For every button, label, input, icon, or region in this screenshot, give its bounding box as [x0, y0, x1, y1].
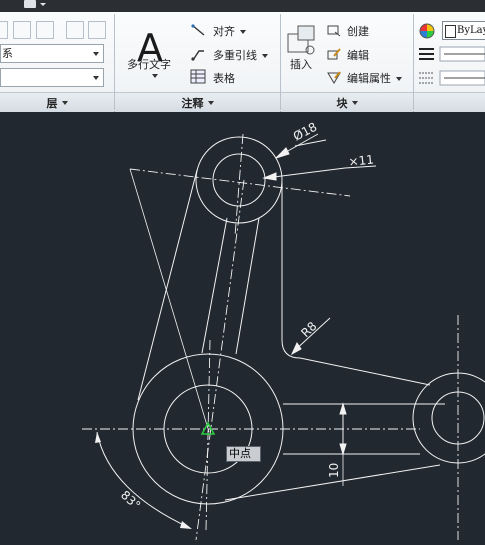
align-icon	[191, 24, 205, 36]
angle-dimension-arc[interactable]	[96, 431, 191, 529]
linetype-combo[interactable]	[418, 70, 485, 86]
layer-combo-text: 系	[2, 47, 13, 60]
edit-attributes-icon	[327, 71, 341, 84]
lineweight-combo[interactable]	[418, 46, 485, 62]
chevron-down-icon	[93, 76, 99, 80]
layer-unisolate-icon[interactable]	[36, 21, 54, 39]
linear-arrow-top	[339, 402, 347, 415]
chevron-down-icon	[207, 100, 214, 105]
diameter18-arrow	[275, 147, 290, 159]
layer-lock-icon[interactable]	[88, 21, 106, 39]
insert-button[interactable]: 插入	[290, 56, 312, 72]
diameter18-text[interactable]: Ø18	[291, 120, 319, 144]
diameter11-leader[interactable]	[265, 167, 346, 179]
right-outer-circle[interactable]	[412, 372, 485, 464]
align-button[interactable]: 对齐	[213, 23, 246, 39]
layer-tool-icon[interactable]	[0, 21, 8, 39]
create-block-icon	[327, 25, 341, 37]
chevron-down-icon	[61, 100, 68, 105]
angle-arrow-end	[180, 521, 192, 529]
quick-access-icon[interactable]	[24, 0, 36, 8]
chevron-down-icon	[93, 52, 99, 56]
diameter11-text[interactable]: ×11	[348, 152, 375, 169]
insert-block-icon[interactable]	[286, 22, 318, 56]
main-centerline-v[interactable]	[205, 339, 211, 531]
upper-edge-line[interactable]	[299, 357, 431, 386]
diameter11-arrow	[262, 172, 277, 181]
color-wheel-icon[interactable]	[418, 22, 436, 40]
multileader-button[interactable]: 多重引线	[213, 47, 268, 63]
layer-state-combo[interactable]	[0, 68, 104, 87]
top-outer-circle[interactable]	[195, 136, 283, 224]
layer-freeze-icon[interactable]	[66, 21, 84, 39]
angle-arrow-start	[95, 432, 101, 443]
layer-combo[interactable]: 系	[0, 44, 104, 63]
edit-block-icon	[327, 48, 341, 60]
table-button[interactable]: 表格	[213, 70, 235, 86]
multiline-text-dropdown[interactable]	[147, 69, 158, 82]
linear-dimension-text[interactable]: 10	[327, 463, 341, 478]
multileader-icon	[191, 50, 204, 61]
quick-access-dropdown-icon[interactable]	[40, 3, 46, 6]
layers-panel-title[interactable]: 层	[0, 92, 114, 112]
annotation-panel-title[interactable]: 注释	[115, 92, 280, 112]
radius-arrow	[290, 341, 302, 356]
title-bar	[0, 0, 485, 12]
arm-inner-left-line[interactable]	[201, 217, 228, 354]
angle-dimension-text[interactable]: 83°	[118, 488, 143, 513]
block-panel-title[interactable]: 块	[281, 92, 413, 112]
color-swatch	[445, 25, 456, 38]
linear-arrow-bottom	[339, 443, 347, 456]
create-block-button[interactable]: 创建	[347, 23, 369, 39]
edit-attributes-button[interactable]: 编辑属性	[347, 70, 402, 86]
drawing-canvas[interactable]: Ø18 ×11 R8 10 83°	[0, 111, 485, 545]
table-icon	[190, 69, 206, 84]
snap-tooltip: 中点	[226, 446, 261, 462]
radius-text[interactable]: R8	[298, 319, 319, 340]
edit-block-button[interactable]: 编辑	[347, 47, 369, 63]
layer-isolate-icon[interactable]	[13, 21, 31, 39]
properties-panel-title[interactable]	[414, 92, 485, 112]
chevron-down-icon	[351, 100, 358, 105]
arm-inner-right-line[interactable]	[235, 217, 260, 355]
construction-line[interactable]	[129, 168, 210, 433]
color-combo[interactable]: ByLayer	[442, 21, 485, 40]
